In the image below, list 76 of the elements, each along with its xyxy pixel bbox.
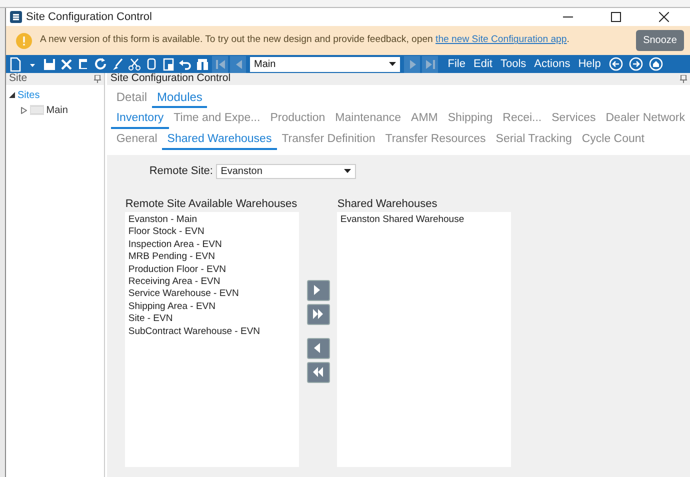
tab[interactable]: AMM [406, 110, 443, 129]
menu-item[interactable]: Help [575, 56, 604, 72]
list-title: Shared Warehouses [337, 196, 438, 212]
brush-icon[interactable] [110, 56, 125, 72]
expanded-arrow-icon[interactable] [8, 92, 15, 98]
menu-item[interactable]: Tools [497, 56, 530, 72]
folder-icon [30, 105, 44, 116]
field-label: Remote Site: [149, 164, 213, 179]
app-logo-icon [10, 11, 22, 23]
warehouse-list[interactable]: Evanston - Main Floor Stock - EVN Inspection Area - EVN MRB Pending - EVN Production Floor - EVN Receiving Area - EVN Service Warehouse - EVN Shipping Area - EVN Site - EVN SubContract Warehouse - EVN [125, 212, 300, 467]
tab[interactable]: Production [265, 110, 330, 129]
list-item[interactable]: Receiving Area - EVN [128, 276, 296, 288]
window-title: Site Configuration Control [26, 10, 153, 25]
maximize-icon[interactable] [611, 12, 621, 22]
tab[interactable]: Transfer Resources [380, 131, 491, 150]
snooze-button[interactable]: Snooze [636, 30, 684, 51]
list-item[interactable]: SubContract Warehouse - EVN [128, 326, 296, 338]
double-triangle-right-icon [313, 309, 324, 319]
dropdown-caret-icon[interactable] [389, 62, 396, 66]
tree-item[interactable]: Main [46, 102, 68, 118]
tab[interactable]: Serial Tracking [490, 131, 577, 150]
collapsed-arrow-icon[interactable] [20, 106, 27, 114]
new-document-icon[interactable] [8, 56, 23, 72]
menu-item[interactable]: Edit [470, 56, 496, 72]
list-item[interactable]: Shipping Area - EVN [128, 300, 296, 314]
pane-title: Site [9, 71, 28, 86]
dropdown-value: Evanston [220, 164, 262, 179]
tab[interactable]: Shipping [442, 110, 498, 129]
site-combo-box[interactable]: Main [250, 56, 400, 72]
pane-title: Site Configuration Control [110, 71, 231, 86]
list-item[interactable]: Service Warehouse - EVN [128, 288, 296, 301]
warehouse-list[interactable]: Evanston Shared Warehouse [337, 212, 512, 467]
tab[interactable]: Detail [111, 89, 152, 108]
list-item[interactable]: Site - EVN [128, 313, 296, 326]
close-icon[interactable] [659, 12, 669, 22]
tab[interactable]: Cycle Count [576, 131, 650, 150]
delete-icon[interactable] [59, 56, 74, 72]
move-all-right-button[interactable] [306, 304, 330, 324]
menu-item[interactable]: Actions [531, 56, 574, 72]
pin-icon[interactable] [94, 75, 102, 83]
warning-icon [16, 32, 32, 48]
banner-message: A new version of this form is available. To try out the new design and provide feedback, open the new Site Configuration app. [40, 33, 570, 48]
list-item[interactable]: Floor Stock - EVN [128, 226, 296, 239]
dropdown-caret-icon[interactable] [344, 169, 351, 174]
tab[interactable]: Shared Warehouses [162, 131, 277, 150]
list-item[interactable]: Inspection Area - EVN [128, 238, 296, 252]
cut-icon[interactable] [127, 56, 142, 72]
tree-root[interactable]: Sites [18, 88, 40, 103]
tab[interactable]: Transfer Definition [276, 131, 380, 150]
forward-icon[interactable] [628, 56, 644, 72]
tab[interactable]: Inventory [111, 110, 169, 129]
list-item[interactable]: Production Floor - EVN [128, 264, 296, 276]
double-triangle-left-icon [313, 367, 324, 377]
tab[interactable]: Services [546, 110, 601, 129]
save-icon[interactable] [42, 56, 57, 72]
tab[interactable]: Dealer Network [600, 110, 690, 129]
list-item[interactable]: Evanston - Main [128, 214, 296, 226]
home-icon[interactable] [648, 56, 664, 72]
list-item[interactable]: Evanston Shared Warehouse [340, 214, 508, 226]
back-icon[interactable] [608, 56, 624, 72]
list-item[interactable]: MRB Pending - EVN [128, 251, 296, 264]
refresh-icon[interactable] [93, 56, 108, 72]
move-all-left-button[interactable] [306, 362, 330, 382]
tab[interactable]: Recei... [498, 110, 547, 129]
list-title: Remote Site Available Warehouses [125, 196, 298, 212]
new-app-link[interactable]: the new Site Configuration app [436, 34, 567, 46]
tab[interactable]: General [111, 131, 162, 150]
move-right-button[interactable] [306, 280, 330, 300]
menu-item[interactable]: File [444, 56, 468, 72]
tab[interactable]: Modules [152, 89, 208, 108]
remote-site-dropdown[interactable]: Evanston [216, 164, 356, 179]
move-left-button[interactable] [306, 338, 330, 358]
combo-value: Main [254, 58, 276, 72]
tab[interactable]: Time and Expe... [168, 110, 266, 129]
pin-icon[interactable] [680, 75, 687, 83]
tab[interactable]: Maintenance [330, 110, 406, 129]
